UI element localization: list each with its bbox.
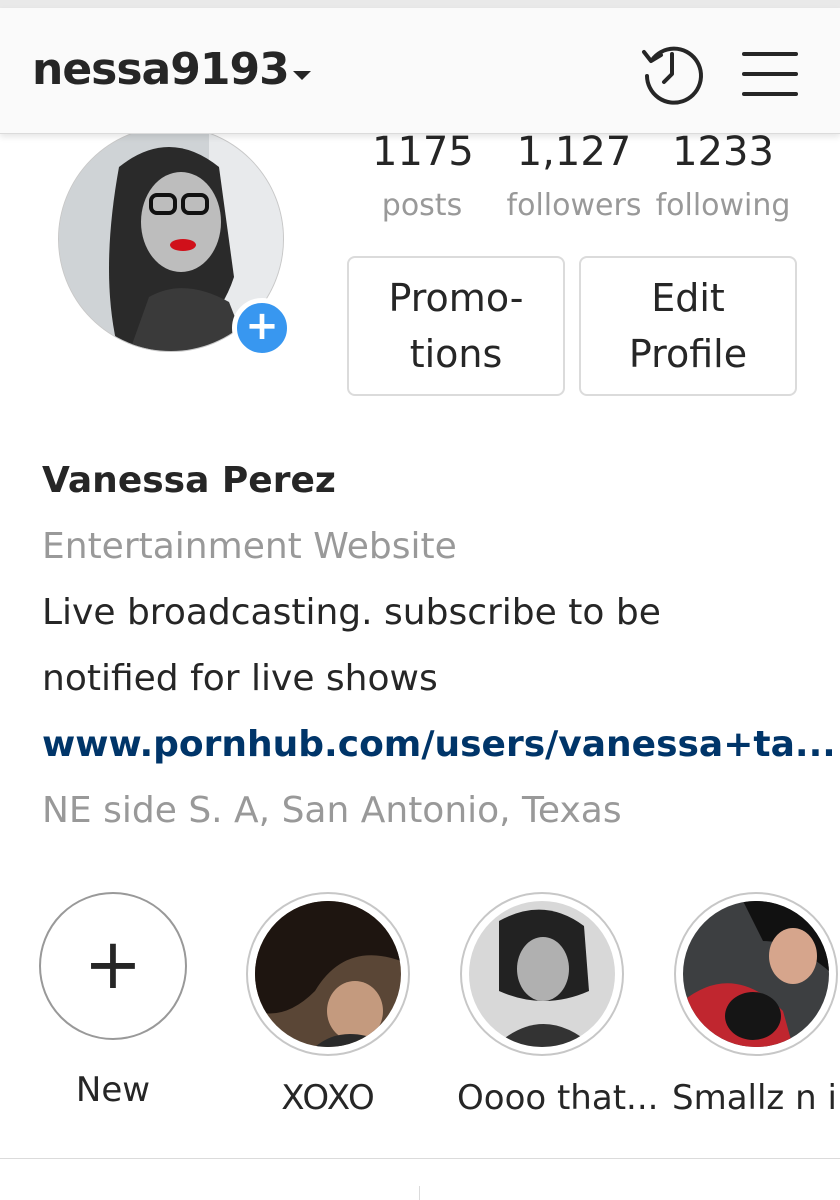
highlight-cover-image	[255, 901, 401, 1047]
category-label: Entertainment Website	[42, 526, 457, 567]
posts-label: posts	[381, 188, 463, 223]
followers-label: followers	[506, 188, 642, 223]
tab-separator	[419, 1186, 420, 1200]
hamburger-menu-icon[interactable]	[740, 48, 800, 100]
following-stat[interactable]: 1233 following	[652, 128, 794, 228]
highlight-label: Smallz n i	[672, 1078, 837, 1118]
chevron-down-icon[interactable]	[293, 71, 311, 80]
highlight-cover-image	[683, 901, 829, 1047]
followers-count: 1,127	[516, 129, 632, 175]
highlight-label: Oooo that...	[457, 1078, 659, 1118]
highlight-new[interactable]: + New	[28, 892, 198, 1110]
new-highlight-ring[interactable]: +	[39, 892, 187, 1040]
highlight-xoxo[interactable]: XOXO	[243, 892, 413, 1118]
highlight-cover-image	[469, 901, 615, 1047]
top-bar: nessa9193	[0, 8, 840, 134]
followers-stat[interactable]: 1,127 followers	[500, 128, 648, 228]
account-username[interactable]: nessa9193	[32, 44, 290, 95]
bio-text-line2: notified for live shows	[42, 658, 438, 699]
posts-count: 1175	[372, 129, 474, 175]
website-link[interactable]: www.pornhub.com/users/vanessa+ta...	[42, 712, 832, 778]
promotions-label-line1: Promo-	[388, 276, 524, 320]
edit-profile-label-line1: Edit	[651, 276, 725, 320]
promotions-label-line2: tions	[409, 332, 503, 376]
history-clock-icon[interactable]	[638, 38, 706, 106]
highlight-ring[interactable]	[460, 892, 624, 1056]
highlight-oooo-that[interactable]: Oooo that...	[457, 892, 659, 1118]
full-name: Vanessa Perez	[42, 460, 336, 501]
following-count: 1233	[672, 129, 774, 175]
status-strip	[0, 0, 840, 8]
edit-profile-label-line2: Profile	[628, 332, 748, 376]
add-story-plus-icon[interactable]: +	[232, 298, 292, 358]
highlight-label: XOXO	[281, 1078, 375, 1118]
plus-icon: +	[83, 923, 143, 1005]
posts-stat[interactable]: 1175 posts	[372, 128, 474, 228]
highlight-label: New	[75, 1070, 151, 1110]
divider	[0, 1158, 840, 1159]
highlight-ring[interactable]	[246, 892, 410, 1056]
location-text[interactable]: NE side S. A, San Antonio, Texas	[42, 778, 832, 844]
highlight-ring[interactable]	[674, 892, 838, 1056]
profile-bio: Vanessa Perez Entertainment Website Live…	[42, 448, 832, 844]
promotions-button[interactable]: Promo- tions	[347, 256, 565, 396]
highlight-smallz[interactable]: Smallz n i	[672, 892, 840, 1118]
edit-profile-button[interactable]: Edit Profile	[579, 256, 797, 396]
following-label: following	[655, 188, 791, 223]
bio-text-line1: Live broadcasting. subscribe to be	[42, 592, 661, 633]
